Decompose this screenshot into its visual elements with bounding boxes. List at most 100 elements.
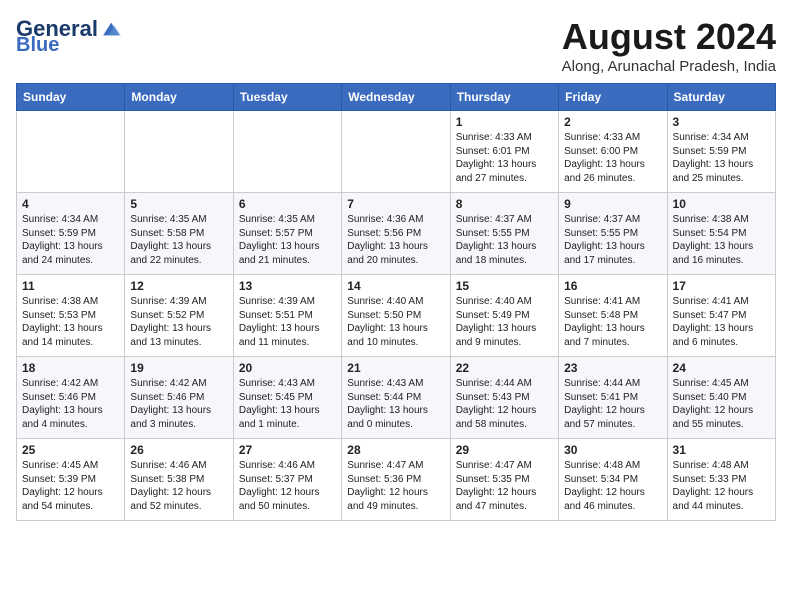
day-number: 6 — [239, 197, 336, 211]
calendar-cell: 11 Sunrise: 4:38 AM Sunset: 5:53 PM Dayli… — [17, 275, 125, 357]
calendar-cell: 19Sunrise: 4:42 AM Sunset: 5:46 PM Dayli… — [125, 357, 233, 439]
day-content: Sunrise: 4:42 AM Sunset: 5:46 PM Dayligh… — [130, 377, 227, 431]
weekday-header-thursday: Thursday — [450, 84, 558, 111]
day-content: Sunrise: 4:41 AM Sunset: 5:47 PM Dayligh… — [673, 295, 770, 349]
calendar-cell: 7 Sunrise: 4:36 AM Sunset: 5:56 PM Daylig… — [342, 193, 450, 275]
day-number: 1 — [456, 115, 553, 129]
day-number: 26 — [130, 443, 227, 457]
month-year: August 2024 — [562, 16, 776, 58]
day-content: Sunrise: 4:33 AM Sunset: 6:00 PM Dayligh… — [564, 131, 661, 185]
calendar-cell: 22 Sunrise: 4:44 AM Sunset: 5:43 PM Dayli… — [450, 357, 558, 439]
calendar-cell — [17, 111, 125, 193]
calendar-cell: 2 Sunrise: 4:33 AM Sunset: 6:00 PM Daylig… — [559, 111, 667, 193]
calendar-cell: 25 Sunrise: 4:45 AM Sunset: 5:39 PM Dayli… — [17, 439, 125, 521]
calendar-cell: 8 Sunrise: 4:37 AM Sunset: 5:55 PM Daylig… — [450, 193, 558, 275]
day-number: 29 — [456, 443, 553, 457]
calendar-cell: 29 Sunrise: 4:47 AM Sunset: 5:35 PM Dayli… — [450, 439, 558, 521]
calendar-cell: 27 Sunrise: 4:46 AM Sunset: 5:37 PM Dayli… — [233, 439, 341, 521]
day-content: Sunrise: 4:38 AM Sunset: 5:54 PM Dayligh… — [673, 213, 770, 267]
calendar-cell: 23 Sunrise: 4:44 AM Sunset: 5:41 PM Dayli… — [559, 357, 667, 439]
calendar-cell: 16 Sunrise: 4:41 AM Sunset: 5:48 PM Dayli… — [559, 275, 667, 357]
day-number: 10 — [673, 197, 770, 211]
calendar-cell: 1 Sunrise: 4:33 AM Sunset: 6:01 PM Daylig… — [450, 111, 558, 193]
day-number: 22 — [456, 361, 553, 375]
calendar-cell: 20Sunrise: 4:43 AM Sunset: 5:45 PM Dayli… — [233, 357, 341, 439]
week-row-1: 1 Sunrise: 4:33 AM Sunset: 6:01 PM Daylig… — [17, 111, 776, 193]
week-row-5: 25 Sunrise: 4:45 AM Sunset: 5:39 PM Dayli… — [17, 439, 776, 521]
calendar-cell: 21Sunrise: 4:43 AM Sunset: 5:44 PM Dayli… — [342, 357, 450, 439]
week-row-3: 11 Sunrise: 4:38 AM Sunset: 5:53 PM Dayli… — [17, 275, 776, 357]
title-area: August 2024 Along, Arunachal Pradesh, In… — [562, 16, 776, 75]
weekday-header-row: SundayMondayTuesdayWednesdayThursdayFrid… — [17, 84, 776, 111]
day-number: 16 — [564, 279, 661, 293]
day-number: 7 — [347, 197, 444, 211]
logo-blue-text: Blue — [16, 34, 59, 57]
weekday-header-wednesday: Wednesday — [342, 84, 450, 111]
day-number: 24 — [673, 361, 770, 375]
day-content: Sunrise: 4:43 AM Sunset: 5:44 PM Dayligh… — [347, 377, 444, 431]
day-number: 25 — [22, 443, 119, 457]
day-content: Sunrise: 4:40 AM Sunset: 5:50 PM Dayligh… — [347, 295, 444, 349]
calendar-cell: 13 Sunrise: 4:39 AM Sunset: 5:51 PM Dayli… — [233, 275, 341, 357]
day-number: 2 — [564, 115, 661, 129]
weekday-header-saturday: Saturday — [667, 84, 775, 111]
day-content: Sunrise: 4:35 AM Sunset: 5:57 PM Dayligh… — [239, 213, 336, 267]
calendar-cell: 9 Sunrise: 4:37 AM Sunset: 5:55 PM Daylig… — [559, 193, 667, 275]
logo: General Blue — [16, 16, 124, 57]
week-row-4: 18Sunrise: 4:42 AM Sunset: 5:46 PM Dayli… — [17, 357, 776, 439]
calendar-cell: 24Sunrise: 4:45 AM Sunset: 5:40 PM Dayli… — [667, 357, 775, 439]
day-content: Sunrise: 4:38 AM Sunset: 5:53 PM Dayligh… — [22, 295, 119, 349]
calendar-cell: 10 Sunrise: 4:38 AM Sunset: 5:54 PM Dayli… — [667, 193, 775, 275]
day-content: Sunrise: 4:47 AM Sunset: 5:35 PM Dayligh… — [456, 459, 553, 513]
location: Along, Arunachal Pradesh, India — [562, 58, 776, 75]
day-content: Sunrise: 4:46 AM Sunset: 5:37 PM Dayligh… — [239, 459, 336, 513]
calendar-cell — [125, 111, 233, 193]
day-number: 17 — [673, 279, 770, 293]
calendar-cell: 17 Sunrise: 4:41 AM Sunset: 5:47 PM Dayli… — [667, 275, 775, 357]
day-content: Sunrise: 4:44 AM Sunset: 5:43 PM Dayligh… — [456, 377, 553, 431]
day-number: 15 — [456, 279, 553, 293]
day-number: 11 — [22, 279, 119, 293]
day-content: Sunrise: 4:48 AM Sunset: 5:33 PM Dayligh… — [673, 459, 770, 513]
calendar-cell — [342, 111, 450, 193]
day-number: 13 — [239, 279, 336, 293]
day-content: Sunrise: 4:41 AM Sunset: 5:48 PM Dayligh… — [564, 295, 661, 349]
day-number: 9 — [564, 197, 661, 211]
day-content: Sunrise: 4:43 AM Sunset: 5:45 PM Dayligh… — [239, 377, 336, 431]
calendar-cell: 5Sunrise: 4:35 AM Sunset: 5:58 PM Daylig… — [125, 193, 233, 275]
day-number: 14 — [347, 279, 444, 293]
day-number: 5 — [130, 197, 227, 211]
day-number: 4 — [22, 197, 119, 211]
day-content: Sunrise: 4:34 AM Sunset: 5:59 PM Dayligh… — [673, 131, 770, 185]
calendar-cell: 26Sunrise: 4:46 AM Sunset: 5:38 PM Dayli… — [125, 439, 233, 521]
weekday-header-tuesday: Tuesday — [233, 84, 341, 111]
weekday-header-sunday: Sunday — [17, 84, 125, 111]
day-content: Sunrise: 4:39 AM Sunset: 5:52 PM Dayligh… — [130, 295, 227, 349]
day-content: Sunrise: 4:45 AM Sunset: 5:39 PM Dayligh… — [22, 459, 119, 513]
day-number: 27 — [239, 443, 336, 457]
day-content: Sunrise: 4:39 AM Sunset: 5:51 PM Dayligh… — [239, 295, 336, 349]
day-content: Sunrise: 4:33 AM Sunset: 6:01 PM Dayligh… — [456, 131, 553, 185]
day-content: Sunrise: 4:37 AM Sunset: 5:55 PM Dayligh… — [456, 213, 553, 267]
day-number: 23 — [564, 361, 661, 375]
calendar-cell: 12 Sunrise: 4:39 AM Sunset: 5:52 PM Dayli… — [125, 275, 233, 357]
day-content: Sunrise: 4:37 AM Sunset: 5:55 PM Dayligh… — [564, 213, 661, 267]
day-number: 12 — [130, 279, 227, 293]
day-number: 31 — [673, 443, 770, 457]
day-number: 30 — [564, 443, 661, 457]
week-row-2: 4 Sunrise: 4:34 AM Sunset: 5:59 PM Daylig… — [17, 193, 776, 275]
day-number: 8 — [456, 197, 553, 211]
calendar-cell: 31 Sunrise: 4:48 AM Sunset: 5:33 PM Dayli… — [667, 439, 775, 521]
calendar-cell: 28Sunrise: 4:47 AM Sunset: 5:36 PM Dayli… — [342, 439, 450, 521]
day-number: 3 — [673, 115, 770, 129]
day-content: Sunrise: 4:40 AM Sunset: 5:49 PM Dayligh… — [456, 295, 553, 349]
day-content: Sunrise: 4:47 AM Sunset: 5:36 PM Dayligh… — [347, 459, 444, 513]
day-content: Sunrise: 4:48 AM Sunset: 5:34 PM Dayligh… — [564, 459, 661, 513]
day-content: Sunrise: 4:44 AM Sunset: 5:41 PM Dayligh… — [564, 377, 661, 431]
calendar-cell — [233, 111, 341, 193]
day-content: Sunrise: 4:36 AM Sunset: 5:56 PM Dayligh… — [347, 213, 444, 267]
calendar-cell: 30 Sunrise: 4:48 AM Sunset: 5:34 PM Dayli… — [559, 439, 667, 521]
day-content: Sunrise: 4:34 AM Sunset: 5:59 PM Dayligh… — [22, 213, 119, 267]
calendar-cell: 3 Sunrise: 4:34 AM Sunset: 5:59 PM Daylig… — [667, 111, 775, 193]
page-header: General Blue August 2024 Along, Arunacha… — [16, 16, 776, 75]
